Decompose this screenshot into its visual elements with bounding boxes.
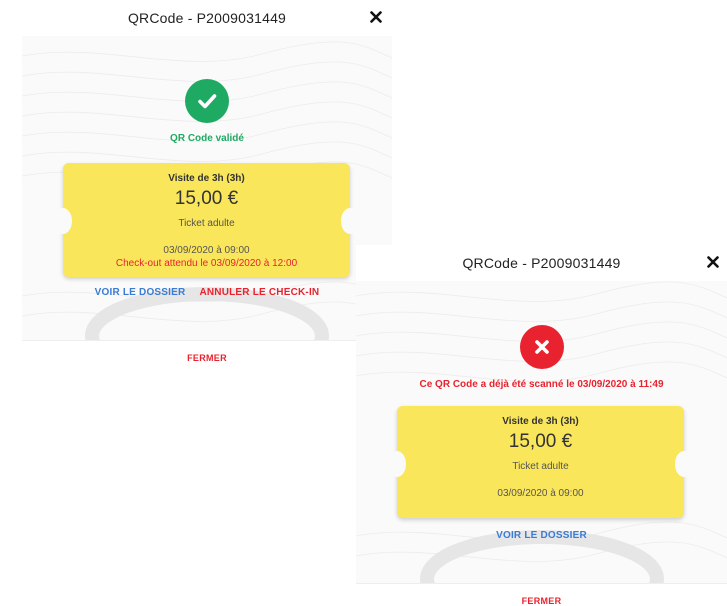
ticket-type: Ticket adulte (512, 461, 569, 472)
status-success-badge (185, 79, 229, 123)
ticket-title: Visite de 3h (3h) (502, 416, 579, 427)
check-icon (198, 94, 217, 109)
ticket-card: Visite de 3h (3h) 15,00 € Ticket adulte … (388, 406, 693, 518)
dialog-body: Ce QR Code a déjà été scanné le 03/09/20… (356, 281, 727, 584)
ticket-title: Visite de 3h (3h) (168, 173, 245, 184)
view-file-button[interactable]: VOIR LE DOSSIER (496, 530, 587, 541)
cancel-checkin-button[interactable]: ANNULER LE CHECK-IN (199, 287, 319, 298)
x-icon (534, 340, 549, 354)
ticket-date: 03/09/2020 à 09:00 (497, 488, 584, 499)
status-error-badge (519, 325, 564, 369)
status-message: Ce QR Code a déjà été scanné le 03/09/20… (419, 379, 664, 390)
screen: QRCode - P2009031449 QR Code validé Visi… (0, 0, 727, 606)
dialog-title: QRCode - P2009031449 (127, 10, 287, 26)
qrcode-dialog-error: QRCode - P2009031449 Ce QR Code a déjà é… (356, 245, 727, 606)
close-icon (707, 256, 719, 268)
ticket-card: Visite de 3h (3h) 15,00 € Ticket adulte … (54, 163, 359, 277)
dialog-body: QR Code validé Visite de 3h (3h) 15,00 €… (22, 36, 392, 341)
close-dialog-button[interactable]: FERMER (356, 596, 727, 606)
qrcode-dialog-success: QRCode - P2009031449 QR Code validé Visi… (22, 0, 392, 380)
ticket-type: Ticket adulte (178, 218, 235, 229)
close-button[interactable] (703, 252, 723, 272)
dialog-title: QRCode - P2009031449 (462, 255, 621, 271)
status-message: QR Code validé (170, 133, 244, 144)
dialog-header: QRCode - P2009031449 (356, 245, 727, 281)
view-file-button[interactable]: VOIR LE DOSSIER (95, 287, 186, 298)
ticket-price: 15,00 € (508, 431, 573, 452)
ticket-checkout-expected: Check-out attendu le 03/09/2020 à 12:00 (115, 258, 298, 269)
dialog-actions: VOIR LE DOSSIER (356, 530, 727, 541)
close-dialog-button[interactable]: FERMER (22, 353, 392, 363)
ticket-date: 03/09/2020 à 09:00 (163, 245, 250, 256)
close-icon (370, 11, 382, 23)
dialog-actions: VOIR LE DOSSIER ANNULER LE CHECK-IN (22, 287, 392, 298)
close-button[interactable] (366, 7, 386, 27)
ticket-price: 15,00 € (174, 188, 239, 209)
dialog-header: QRCode - P2009031449 (22, 0, 392, 36)
